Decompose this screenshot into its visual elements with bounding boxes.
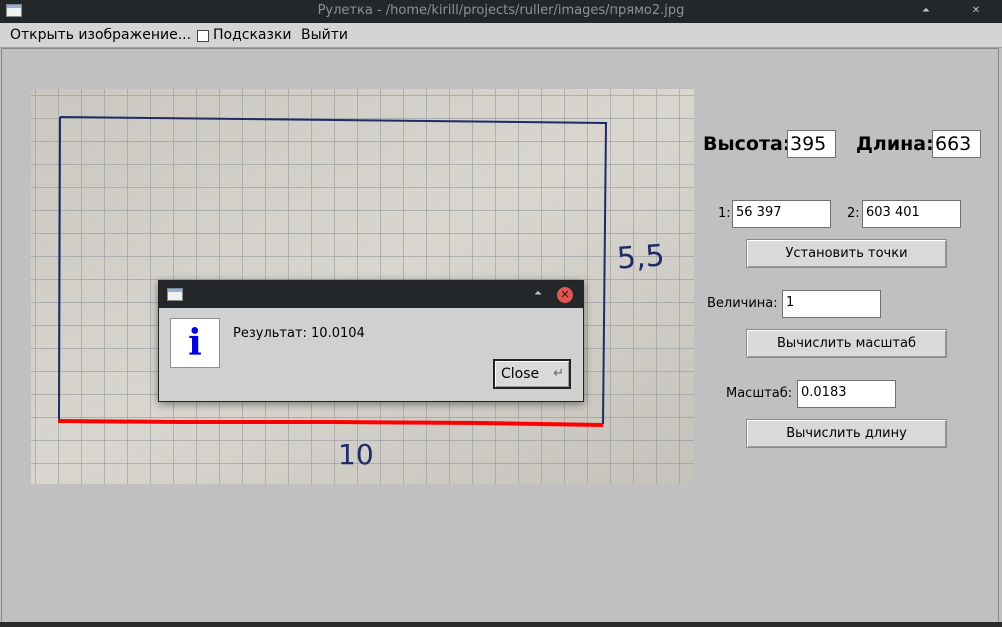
return-icon: ↵ [553, 366, 564, 381]
magnitude-field[interactable]: 1 [782, 290, 881, 318]
height-label: Высота: [703, 133, 791, 155]
point2-label: 2: [847, 206, 860, 221]
handwritten-bottom-label: 10 [338, 438, 374, 471]
bottom-border [0, 622, 1002, 627]
point2-field[interactable]: 603 401 [862, 200, 961, 228]
dialog-maximize-icon[interactable]: ⏶ [531, 287, 545, 301]
scale-label: Масштаб: [726, 386, 793, 401]
compute-scale-button[interactable]: Вычислить масштаб [746, 329, 947, 358]
result-message: Результат: 10.0104 [233, 326, 365, 341]
close-icon[interactable]: ✕ [968, 3, 984, 19]
maximize-icon[interactable]: ⏶ [918, 3, 934, 19]
width-field[interactable]: 663 [932, 130, 981, 158]
window-title: Рулетка - /home/kirill/projects/ruller/i… [317, 3, 685, 18]
set-points-button[interactable]: Установить точки [746, 239, 947, 268]
close-button[interactable]: Close ↵ [493, 359, 571, 389]
menu-exit[interactable]: Выйти [301, 27, 348, 43]
handwritten-right-label: 5,5 [616, 238, 666, 276]
hints-label[interactable]: Подсказки [213, 27, 292, 43]
dialog-window-icon [167, 288, 183, 301]
point1-field[interactable]: 56 397 [732, 200, 831, 228]
hints-checkbox[interactable] [197, 30, 209, 42]
dialog-title-bar: ⏶ ✕ [159, 281, 583, 308]
menu-bar: Открыть изображение... Подсказки Выйти [0, 23, 1002, 48]
width-label: Длина: [856, 133, 934, 155]
result-dialog: ⏶ ✕ i Результат: 10.0104 Close ↵ [158, 280, 584, 402]
title-bar: Рулетка - /home/kirill/projects/ruller/i… [0, 0, 1002, 23]
dialog-close-icon[interactable]: ✕ [557, 287, 573, 303]
height-field[interactable]: 395 [787, 130, 836, 158]
menu-open-image[interactable]: Открыть изображение... [10, 27, 191, 43]
magnitude-label: Величина: [707, 296, 778, 311]
point1-label: 1: [718, 206, 731, 221]
compute-length-button[interactable]: Вычислить длину [746, 419, 947, 448]
close-button-label: Close [501, 366, 540, 382]
info-icon: i [170, 318, 220, 368]
scale-field[interactable]: 0.0183 [797, 380, 896, 408]
